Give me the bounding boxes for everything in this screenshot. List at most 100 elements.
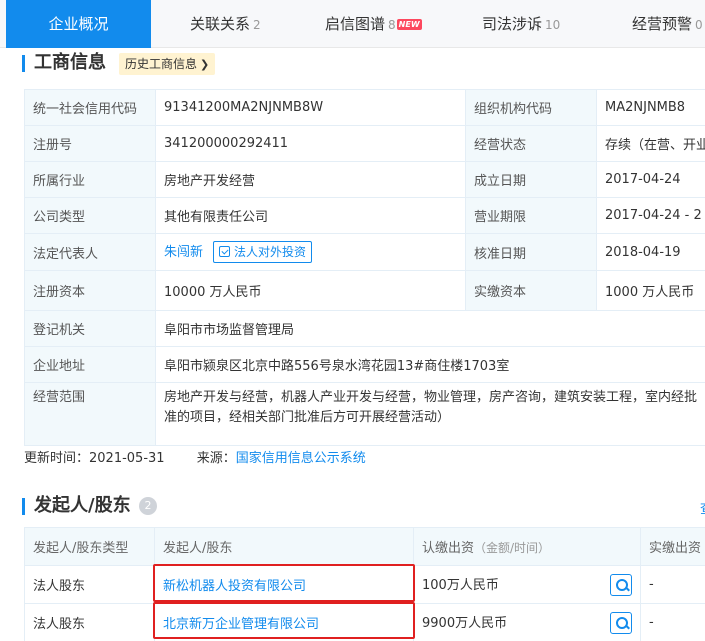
- approved-value: 2018-04-19: [596, 233, 705, 271]
- column-header: 实缴出资: [640, 527, 705, 566]
- subscribed-amount-cell: 100万人民币: [413, 565, 641, 604]
- scope-value: 房地产开发与经营，机器人产业开发与经营，物业管理，房产咨询，建筑安装工程，室内经…: [155, 382, 705, 446]
- paid-capital-value: 1000 万人民币: [596, 270, 705, 311]
- field-label: 组织机构代码: [465, 89, 597, 126]
- tab-count: 10: [545, 18, 561, 32]
- section-bar: [22, 498, 25, 515]
- shareholders-table: 发起人/股东类型 发起人/股东 认缴出资（金额/时间） 实缴出资 法人股东 新松…: [24, 527, 705, 641]
- new-badge: NEW: [396, 19, 422, 30]
- column-header: 认缴出资（金额/时间）: [413, 527, 641, 566]
- tab-graph[interactable]: 启信图谱 8 NEW: [325, 0, 422, 48]
- shareholder-type: 法人股东: [24, 565, 155, 604]
- subscribed-amount: 9900万人民币: [422, 615, 508, 631]
- field-label: 核准日期: [465, 233, 597, 271]
- field-label: 公司类型: [24, 197, 156, 234]
- invest-icon: [219, 246, 231, 258]
- tab-label: 司法涉诉: [482, 15, 543, 33]
- tab-count: 2: [253, 18, 261, 32]
- field-label: 注册号: [24, 125, 156, 162]
- field-label: 经营状态: [465, 125, 597, 162]
- term-value: 2017-04-24 - 2: [596, 197, 705, 234]
- tab-label: 关联关系: [190, 15, 251, 33]
- table-row: 法定代表人 朱闯新 法人对外投资 核准日期 2018-04-19: [24, 233, 705, 271]
- tab-count: 8: [388, 18, 396, 32]
- invest-button-label: 法人对外投资: [234, 245, 307, 260]
- shareholder-name-link[interactable]: 新松机器人投资有限公司: [163, 579, 306, 594]
- section-bar: [22, 55, 25, 72]
- field-label: 登记机关: [24, 310, 156, 347]
- column-header: 发起人/股东: [154, 527, 414, 566]
- table-header-row: 发起人/股东类型 发起人/股东 认缴出资（金额/时间） 实缴出资: [24, 527, 705, 566]
- search-icon[interactable]: [610, 611, 632, 634]
- tab-warnings[interactable]: 经营预警 0: [632, 0, 703, 48]
- tab-overview[interactable]: 企业概况: [6, 0, 151, 48]
- field-label: 统一社会信用代码: [24, 89, 156, 126]
- update-time: 2021-05-31: [89, 451, 165, 466]
- shareholder-count-badge: 2: [139, 497, 157, 515]
- update-label: 更新时间：: [24, 451, 90, 466]
- tab-litigation[interactable]: 司法涉诉 10: [482, 0, 560, 48]
- field-label: 成立日期: [465, 161, 597, 198]
- view-more-link[interactable]: 查: [700, 498, 705, 517]
- table-row: 公司类型 其他有限责任公司 营业期限 2017-04-24 - 2: [24, 197, 705, 234]
- authority-value: 阜阳市市场监督管理局: [155, 310, 705, 347]
- paid-amount: -: [640, 565, 705, 604]
- field-label: 注册资本: [24, 270, 156, 311]
- section-title: 工商信息: [34, 52, 106, 73]
- source-label: 来源：: [196, 451, 236, 466]
- chevron-right-icon: ❯: [200, 58, 210, 71]
- section-title: 发起人/股东: [34, 495, 131, 516]
- shareholder-name-link[interactable]: 北京新万企业管理有限公司: [163, 617, 319, 632]
- tab-label: 经营预警: [632, 15, 693, 33]
- legal-rep-invest-button[interactable]: 法人对外投资: [213, 241, 313, 264]
- org-code-value: MA2NJNMB8: [596, 89, 705, 126]
- column-header: 发起人/股东类型: [24, 527, 155, 566]
- table-row: 企业地址 阜阳市颍泉区北京中路556号泉水湾花园13#商住楼1703室: [24, 346, 705, 383]
- table-row: 所属行业 房地产开发经营 成立日期 2017-04-24: [24, 161, 705, 198]
- source-link[interactable]: 国家信用信息公示系统: [236, 451, 366, 466]
- column-header-label: 认缴出资: [422, 541, 475, 556]
- shareholder-type: 法人股东: [24, 603, 155, 641]
- tab-label: 启信图谱: [325, 15, 386, 33]
- field-label: 法定代表人: [24, 233, 156, 271]
- shareholder-name-cell: 北京新万企业管理有限公司: [154, 603, 414, 641]
- field-label: 营业期限: [465, 197, 597, 234]
- paid-amount: -: [640, 603, 705, 641]
- table-row: 法人股东 新松机器人投资有限公司 100万人民币 -: [24, 565, 705, 604]
- credit-code-value: 91341200MA2NJNMB8W: [155, 89, 466, 126]
- tab-bar: 企业概况 关联关系 2 启信图谱 8 NEW 司法涉诉 10 经营预警 0: [0, 0, 705, 48]
- table-row: 法人股东 北京新万企业管理有限公司 9900万人民币 -: [24, 603, 705, 641]
- address-value: 阜阳市颍泉区北京中路556号泉水湾花园13#商住楼1703室: [155, 346, 705, 383]
- company-type-value: 其他有限责任公司: [155, 197, 466, 234]
- reg-capital-value: 10000 万人民币: [155, 270, 466, 311]
- founded-value: 2017-04-24: [596, 161, 705, 198]
- table-row: 统一社会信用代码 91341200MA2NJNMB8W 组织机构代码 MA2NJ…: [24, 89, 705, 126]
- legal-rep-link[interactable]: 朱闯新: [164, 245, 203, 260]
- field-label: 经营范围: [24, 382, 156, 446]
- business-info-table: 统一社会信用代码 91341200MA2NJNMB8W 组织机构代码 MA2NJ…: [24, 89, 705, 446]
- table-row: 注册号 341200000292411 经营状态 存续（在营、开业）: [24, 125, 705, 162]
- table-row: 登记机关 阜阳市市场监督管理局: [24, 310, 705, 347]
- tab-relations[interactable]: 关联关系 2: [190, 0, 261, 48]
- industry-value: 房地产开发经营: [155, 161, 466, 198]
- status-value: 存续（在营、开业）: [596, 125, 705, 162]
- history-info-label: 历史工商信息: [125, 57, 198, 71]
- shareholder-name-cell: 新松机器人投资有限公司: [154, 565, 414, 604]
- table-row: 注册资本 10000 万人民币 实缴资本 1000 万人民币: [24, 270, 705, 311]
- reg-no-value: 341200000292411: [155, 125, 466, 162]
- table-row: 经营范围 房地产开发与经营，机器人产业开发与经营，物业管理，房产咨询，建筑安装工…: [24, 382, 705, 446]
- shareholders-heading: 发起人/股东 2: [22, 494, 222, 518]
- field-label: 所属行业: [24, 161, 156, 198]
- subscribed-amount: 100万人民币: [422, 577, 499, 593]
- search-icon[interactable]: [610, 573, 632, 596]
- field-label: 企业地址: [24, 346, 156, 383]
- legal-rep-cell: 朱闯新 法人对外投资: [155, 233, 466, 271]
- subscribed-amount-cell: 9900万人民币: [413, 603, 641, 641]
- column-header-sub: （金额/时间）: [474, 541, 551, 555]
- tab-label: 企业概况: [48, 15, 109, 33]
- field-label: 实缴资本: [465, 270, 597, 311]
- business-info-heading: 工商信息 历史工商信息 ❯: [22, 51, 262, 75]
- tab-count: 0: [695, 18, 703, 32]
- update-info: 更新时间：2021-05-31 来源：国家信用信息公示系统: [24, 447, 366, 466]
- history-info-button[interactable]: 历史工商信息 ❯: [119, 53, 216, 75]
